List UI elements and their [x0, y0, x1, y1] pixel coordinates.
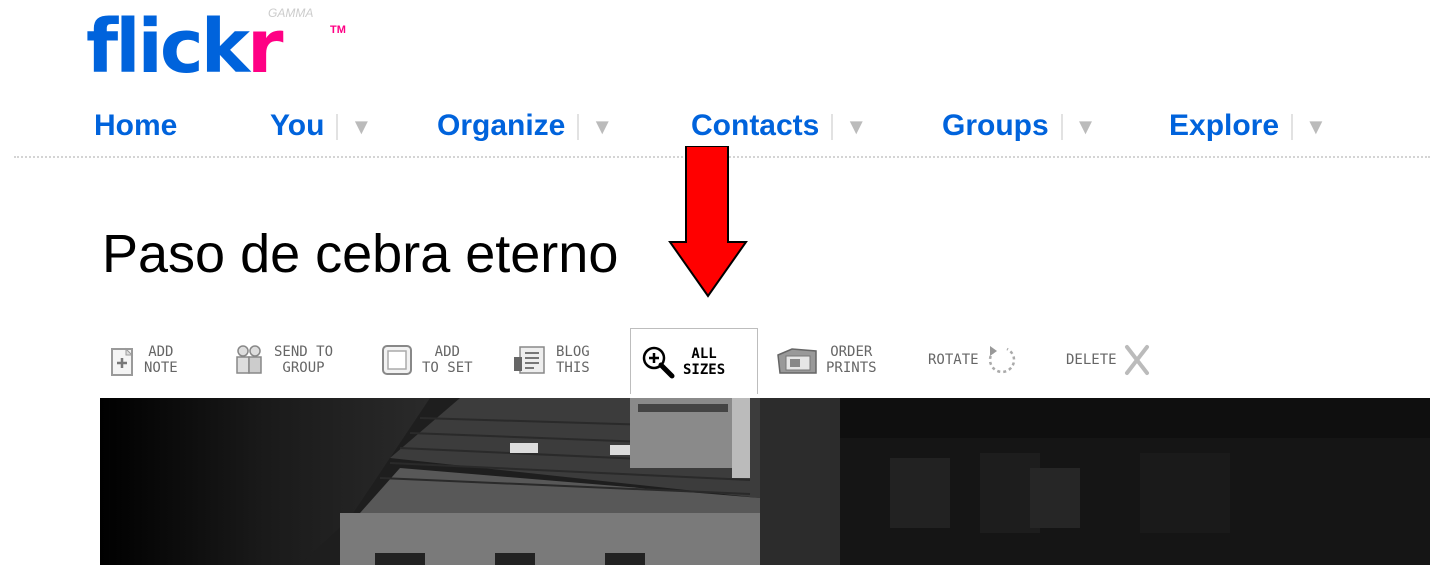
order-prints-label: ORDER PRINTS — [826, 344, 877, 376]
nav-contacts[interactable]: Contacts ▼ — [691, 106, 867, 146]
nav-separator — [336, 114, 339, 141]
nav-separator — [1291, 114, 1294, 141]
nav-organize[interactable]: Organize ▼ — [437, 106, 613, 146]
logo-text-flick: flick — [86, 4, 250, 90]
nav-groups[interactable]: Groups ▼ — [942, 106, 1096, 146]
send-to-group-button[interactable]: SEND TO GROUP — [232, 328, 333, 392]
nav-separator — [577, 114, 580, 141]
nav-explore[interactable]: Explore ▼ — [1169, 106, 1327, 146]
chevron-down-icon[interactable]: ▼ — [1075, 114, 1097, 140]
nav-you-label[interactable]: You — [270, 109, 324, 142]
send-to-group-label: SEND TO GROUP — [274, 344, 334, 376]
nav-separator — [831, 114, 834, 141]
chevron-down-icon[interactable]: ▼ — [591, 114, 613, 140]
add-note-button[interactable]: ADD NOTE — [110, 328, 178, 392]
flickr-logo[interactable]: flickr GAMMA TM — [86, 2, 346, 92]
rotate-icon — [988, 346, 1015, 374]
add-note-label: ADD NOTE — [144, 344, 178, 376]
nav-separator — [1060, 114, 1063, 141]
order-prints-button[interactable]: ORDER PRINTS — [776, 328, 877, 392]
zoom-icon — [642, 346, 675, 378]
nav-groups-label[interactable]: Groups — [942, 109, 1049, 142]
chevron-down-icon[interactable]: ▼ — [845, 114, 867, 140]
logo-trademark: TM — [330, 24, 346, 36]
rotate-button[interactable]: ROTATE — [928, 328, 1019, 392]
add-to-set-label: ADD TO SET — [422, 344, 473, 376]
photo-preview — [100, 398, 1430, 565]
photo-image[interactable] — [100, 398, 1430, 565]
logo-gamma-badge: GAMMA — [268, 6, 314, 20]
blog-this-button[interactable]: BLOG THIS — [512, 328, 590, 392]
nav-contacts-label[interactable]: Contacts — [691, 109, 819, 142]
add-to-set-icon — [382, 345, 412, 375]
photo-toolbar: ADD NOTE SEND TO GROUP ADD TO SET BLOG T… — [100, 328, 1200, 396]
chevron-down-icon[interactable]: ▼ — [350, 114, 372, 140]
nav-explore-label[interactable]: Explore — [1169, 109, 1279, 142]
annotation-arrow-icon — [668, 146, 748, 298]
blog-this-icon — [514, 346, 545, 374]
nav-home-label[interactable]: Home — [94, 109, 177, 142]
rotate-label: ROTATE — [928, 352, 979, 368]
nav-home[interactable]: Home — [94, 106, 177, 146]
chevron-down-icon[interactable]: ▼ — [1305, 114, 1327, 140]
nav-organize-label[interactable]: Organize — [437, 109, 565, 142]
send-to-group-icon — [236, 345, 262, 374]
nav-you[interactable]: You ▼ — [270, 106, 372, 146]
delete-label: DELETE — [1066, 352, 1117, 368]
order-prints-icon — [777, 348, 817, 374]
all-sizes-button[interactable]: ALL SIZES — [630, 328, 758, 394]
blog-this-label: BLOG THIS — [556, 344, 590, 376]
delete-icon — [1124, 345, 1149, 375]
all-sizes-label: ALL SIZES — [683, 345, 726, 378]
delete-button[interactable]: DELETE — [1066, 328, 1151, 392]
add-note-icon — [111, 347, 134, 376]
photo-title: Paso de cebra eterno — [102, 224, 619, 284]
add-to-set-button[interactable]: ADD TO SET — [380, 328, 473, 392]
